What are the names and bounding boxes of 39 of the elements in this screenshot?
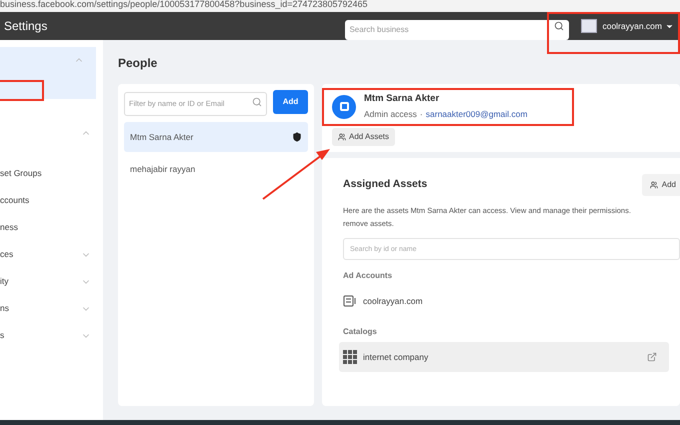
sidebar-item[interactable]: ces: [0, 241, 103, 268]
add-assets-button[interactable]: Add Assets: [332, 128, 396, 146]
sidebar-item[interactable]: set Groups: [0, 160, 103, 187]
people-icon: [650, 181, 658, 189]
group-title: Ad Accounts: [343, 270, 394, 282]
email-link[interactable]: sarnaakter009@gmail.com: [426, 108, 528, 121]
sidebar-item[interactable]: [0, 47, 96, 99]
sidebar-item[interactable]: ness: [0, 214, 103, 241]
sidebar-item[interactable]: ccounts: [0, 187, 103, 214]
account-avatar: [581, 19, 598, 33]
address-url[interactable]: business.facebook.com/settings/people/100053177800458?business_id=274723805792465: [0, 0, 368, 8]
sidebar-item[interactable]: ns: [0, 295, 103, 322]
person-name: Mtm Sarna Akter: [364, 92, 440, 106]
group-title: Catalogs: [343, 326, 378, 338]
asset-row[interactable]: internet company: [339, 342, 669, 372]
person-item[interactable]: mehajabir rayyan: [124, 154, 308, 184]
grid-icon: [343, 350, 357, 364]
ad-account-icon: [343, 295, 357, 307]
account-menu[interactable]: coolrayyan.com: [602, 20, 674, 32]
annotation-arrow: [262, 146, 332, 200]
page-title: People: [118, 55, 158, 72]
access-level: Admin access: [364, 108, 417, 121]
search-icon: [554, 21, 564, 31]
shield-icon: [292, 132, 302, 142]
person-item[interactable]: Mtm Sarna Akter: [124, 122, 308, 152]
person-avatar: [332, 94, 356, 118]
add-button[interactable]: Add: [273, 90, 308, 114]
asset-row[interactable]: coolrayyan.com: [339, 286, 669, 316]
external-link-icon[interactable]: [647, 352, 657, 362]
header-title: Settings: [4, 18, 48, 35]
search-field[interactable]: Search business: [345, 20, 570, 40]
annotation-box: [0, 80, 44, 101]
people-icon: [338, 133, 346, 141]
section-title: Assigned Assets: [343, 177, 428, 192]
sidebar-item[interactable]: s: [0, 322, 103, 349]
sidebar-item[interactable]: ity: [0, 268, 103, 295]
add-assets-button[interactable]: Add: [642, 174, 680, 196]
search-icon: [252, 97, 262, 107]
separator-dot: ·: [420, 108, 423, 121]
